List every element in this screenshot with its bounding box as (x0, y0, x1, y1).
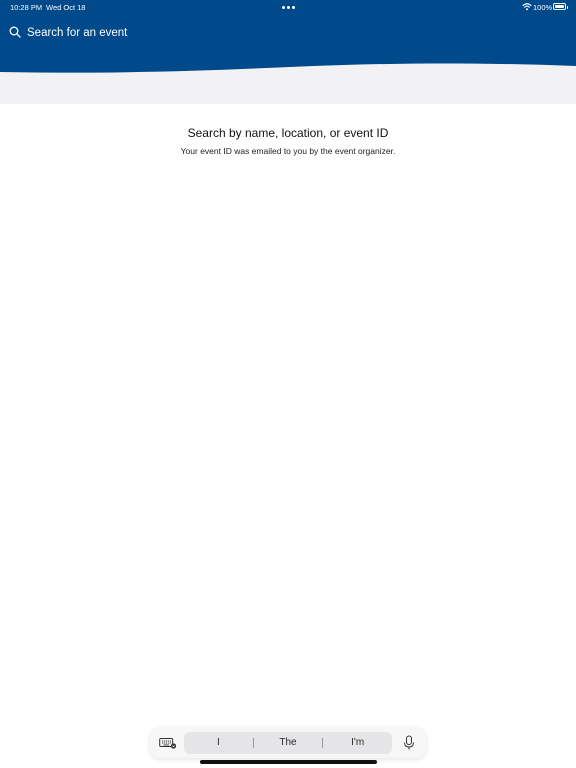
suggestion-item[interactable]: I'm (323, 732, 392, 754)
empty-state-title: Search by name, location, or event ID (187, 126, 389, 140)
battery-icon (553, 3, 568, 10)
predictive-suggestions: I The I'm (184, 732, 392, 754)
status-time: 10:28 PM (10, 3, 43, 12)
empty-state-subtitle: Your event ID was emailed to you by the … (180, 146, 396, 156)
battery-fill (555, 5, 564, 8)
suggestion-item[interactable]: I (184, 732, 253, 754)
status-bar: 10:28 PM Wed Oct 18 100% (0, 0, 576, 14)
battery-percent: 100% (533, 3, 553, 12)
multitasking-dots-icon[interactable] (282, 6, 295, 9)
suggestion-item[interactable]: The (254, 732, 323, 754)
search-input[interactable] (27, 24, 547, 42)
home-indicator (200, 760, 377, 764)
keyboard-icon[interactable] (159, 737, 177, 749)
microphone-icon[interactable] (402, 735, 416, 751)
status-date: Wed Oct 18 (46, 3, 86, 12)
wifi-icon (522, 3, 532, 11)
header-background (0, 0, 576, 104)
search-icon (9, 26, 21, 38)
search-bar[interactable] (0, 22, 576, 44)
keyboard-suggestion-bar: I The I'm (150, 728, 426, 758)
